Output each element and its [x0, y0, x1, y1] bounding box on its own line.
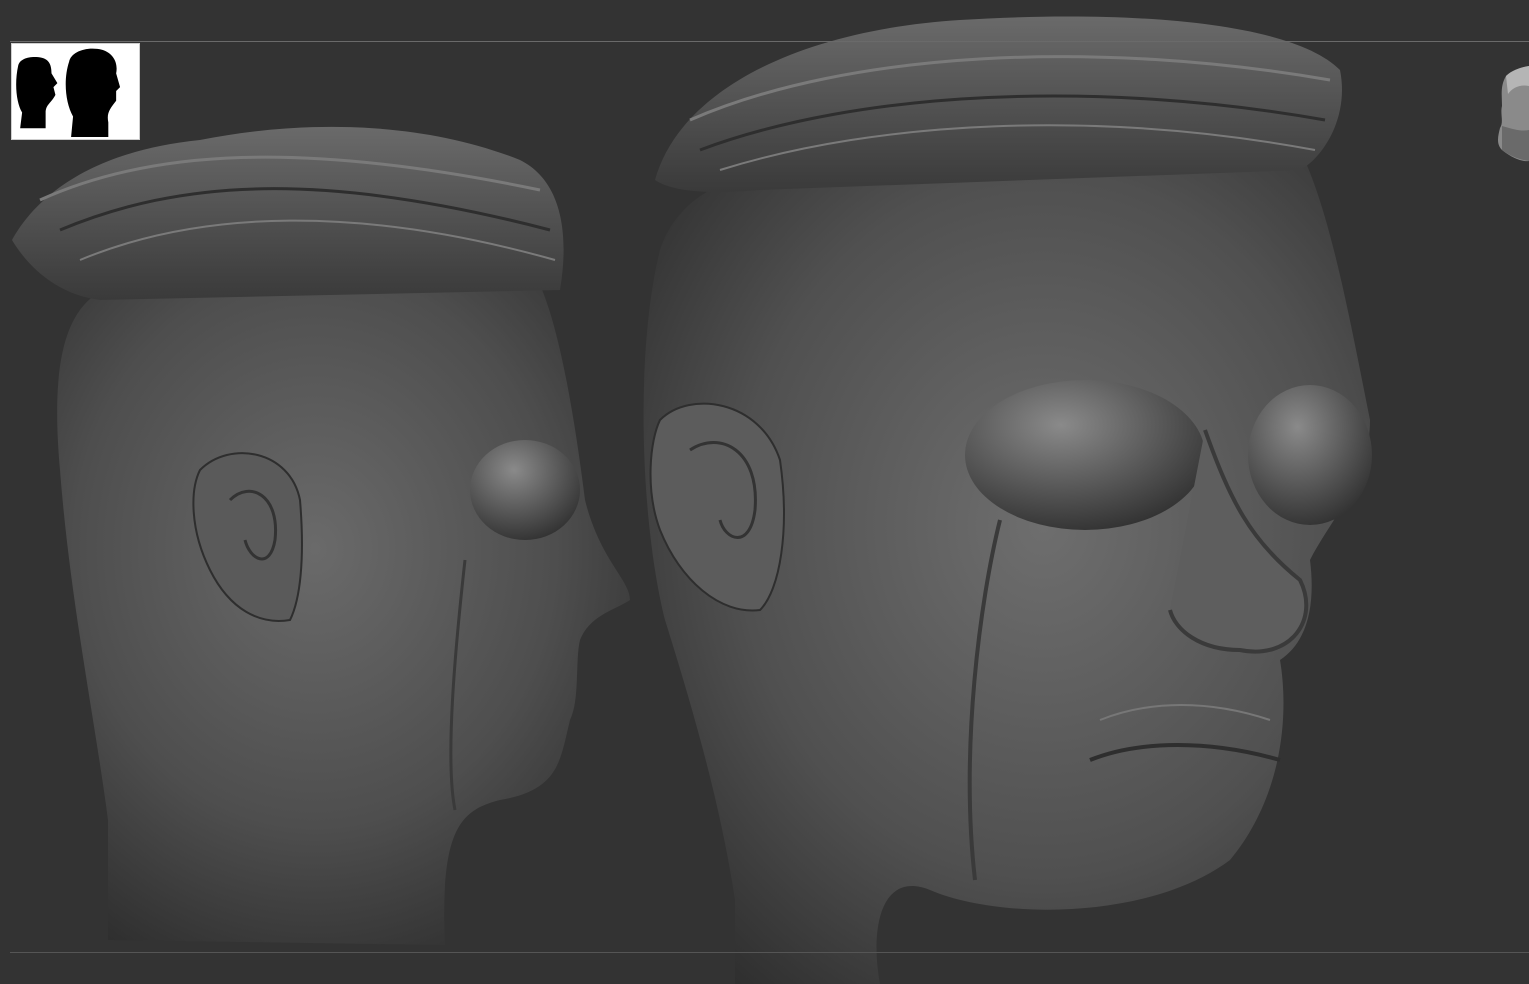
head-silhouettes-icon [16, 48, 121, 138]
thumbnail-preview[interactable] [11, 43, 140, 140]
orientation-widget[interactable] [1492, 66, 1529, 166]
orientation-head-icon [1498, 66, 1529, 162]
canvas-frame [10, 41, 1529, 953]
